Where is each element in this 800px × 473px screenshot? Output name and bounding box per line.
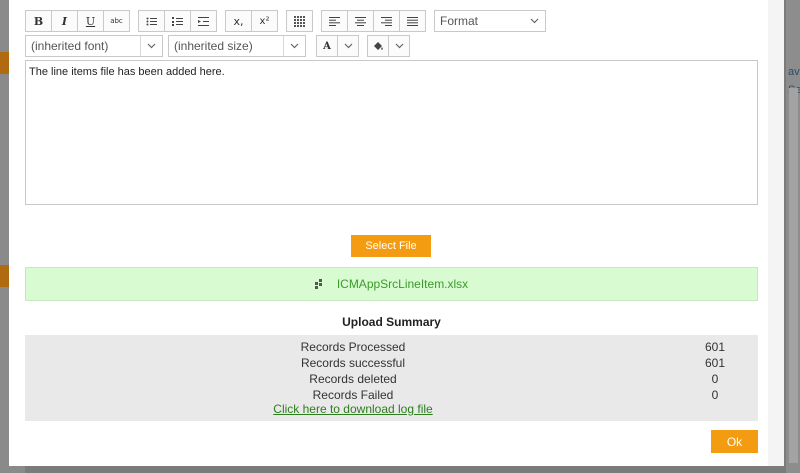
indent-icon xyxy=(198,16,209,26)
chevron-down-icon xyxy=(344,43,352,49)
indent-button[interactable] xyxy=(190,10,217,32)
summary-row: Records successful 601 xyxy=(25,356,758,372)
superscript-button[interactable]: x² xyxy=(251,10,278,32)
upload-modal: B I U abc x, x² Format (inherited font) … xyxy=(9,0,784,466)
file-icon xyxy=(314,279,322,289)
editor-content: The line items file has been added here. xyxy=(29,66,225,78)
summary-value: 0 xyxy=(711,388,719,402)
bullet-list-button[interactable] xyxy=(138,10,165,32)
align-left-button[interactable] xyxy=(321,10,348,32)
font-family-value: (inherited font) xyxy=(31,39,109,53)
list-group xyxy=(138,10,217,32)
upload-summary-table: Records Processed 601 Records successful… xyxy=(25,335,758,421)
align-right-icon xyxy=(381,16,392,26)
background-right-panel: avo Se xyxy=(786,0,800,473)
align-right-button[interactable] xyxy=(373,10,400,32)
background-color-dropdown[interactable] xyxy=(388,35,410,57)
justify-button[interactable] xyxy=(399,10,426,32)
script-group: x, x² xyxy=(225,10,278,32)
modal-scrollbar[interactable] xyxy=(768,0,784,466)
background-scrollbar xyxy=(789,88,798,463)
font-color-dropdown[interactable] xyxy=(337,35,359,57)
font-color-group: A xyxy=(316,35,359,57)
font-color-button[interactable]: A xyxy=(316,35,338,57)
ok-button[interactable]: Ok xyxy=(711,430,758,453)
insert-table-button[interactable] xyxy=(286,10,313,32)
italic-button[interactable]: I xyxy=(51,10,78,32)
table-group xyxy=(286,10,313,32)
strikethrough-button[interactable]: abc xyxy=(103,10,130,32)
bold-button[interactable]: B xyxy=(25,10,52,32)
subscript-button[interactable]: x, xyxy=(225,10,252,32)
paint-bucket-icon xyxy=(374,41,383,50)
align-left-icon xyxy=(329,16,340,26)
select-file-button[interactable]: Select File xyxy=(351,235,431,257)
font-size-select[interactable]: (inherited size) xyxy=(168,35,306,57)
summary-label: Records deleted xyxy=(309,372,397,386)
background-color-button[interactable] xyxy=(367,35,389,57)
background-text: avo xyxy=(788,66,800,78)
summary-value: 601 xyxy=(704,356,726,370)
rich-text-editor[interactable]: The line items file has been added here. xyxy=(25,60,758,205)
chevron-down-icon xyxy=(140,36,162,56)
table-icon xyxy=(294,15,305,27)
font-family-select[interactable]: (inherited font) xyxy=(25,35,163,57)
summary-value: 601 xyxy=(704,340,726,354)
summary-label: Records Processed xyxy=(300,340,406,354)
background-color-group xyxy=(367,35,410,57)
summary-value: 0 xyxy=(711,372,719,386)
uploaded-file-bar: ICMAppSrcLineItem.xlsx xyxy=(25,267,758,301)
editor-toolbar-row-1: B I U abc x, x² Format xyxy=(25,10,546,32)
chevron-down-icon xyxy=(395,43,403,49)
summary-row: Records deleted 0 xyxy=(25,372,758,388)
font-size-value: (inherited size) xyxy=(174,39,253,53)
underline-button[interactable]: U xyxy=(77,10,104,32)
chevron-down-icon xyxy=(283,36,305,56)
summary-label: Records Failed xyxy=(312,388,394,402)
align-center-icon xyxy=(355,16,366,26)
summary-row: Records Processed 601 xyxy=(25,340,758,356)
format-select-value: Format xyxy=(440,14,479,28)
bullet-list-icon xyxy=(146,17,157,25)
editor-toolbar-row-2: (inherited font) (inherited size) A xyxy=(25,35,418,57)
chevron-down-icon xyxy=(523,11,545,31)
download-log-link[interactable]: Click here to download log file xyxy=(25,402,681,416)
text-style-group: B I U abc xyxy=(25,10,130,32)
numbered-list-button[interactable] xyxy=(164,10,191,32)
align-center-button[interactable] xyxy=(347,10,374,32)
uploaded-file-name[interactable]: ICMAppSrcLineItem.xlsx xyxy=(337,277,468,291)
format-select[interactable]: Format xyxy=(434,10,546,32)
alignment-group xyxy=(321,10,426,32)
upload-summary-title: Upload Summary xyxy=(342,315,441,329)
numbered-list-icon xyxy=(172,16,183,26)
summary-label: Records successful xyxy=(300,356,406,370)
justify-icon xyxy=(407,16,418,26)
